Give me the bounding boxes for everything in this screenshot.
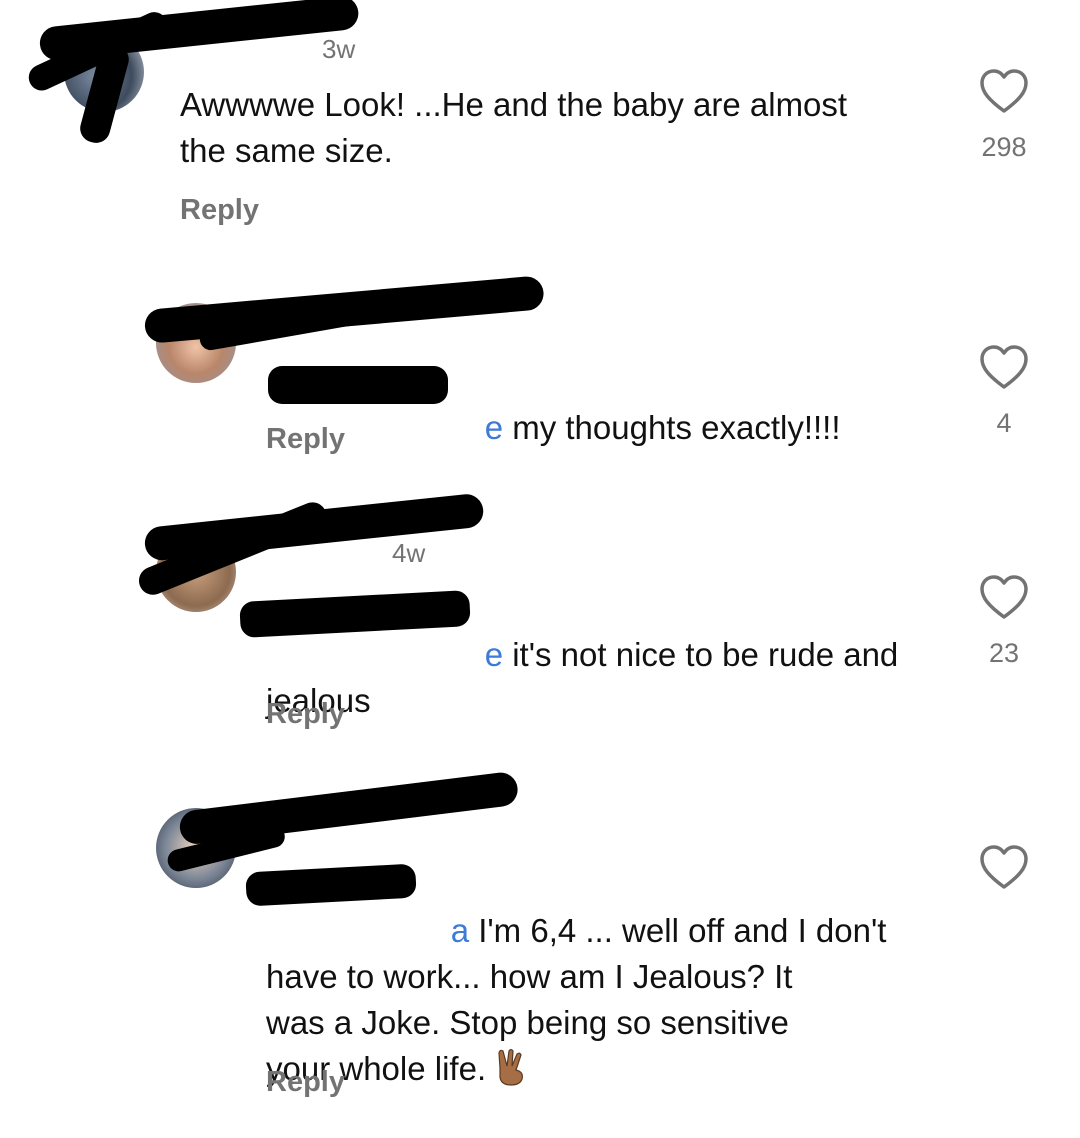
comment-text: a I'm 6,4 ... well off and I don't have t…: [266, 862, 966, 1138]
victory-hand-emoji: [498, 1048, 524, 1086]
like-button[interactable]: 23: [969, 574, 1039, 669]
heart-outline-icon: [980, 345, 1028, 389]
mention-tail[interactable]: e: [485, 409, 503, 446]
comment-body: my thoughts exactly!!!!: [503, 409, 841, 446]
comment-line-1: I'm 6,4 ... well off and I don't: [469, 912, 887, 949]
comment-line-3: was a Joke. Stop being so sensitive: [266, 1004, 789, 1041]
mention-tail[interactable]: a: [451, 912, 469, 949]
comment-text: Awwwwe Look! ...He and the baby are almo…: [180, 86, 857, 169]
reply-button[interactable]: Reply: [266, 423, 345, 456]
reply-button[interactable]: Reply: [266, 1066, 345, 1099]
like-count: 4: [996, 408, 1012, 438]
like-button[interactable]: [969, 844, 1039, 908]
mention-tail[interactable]: e: [485, 636, 503, 673]
like-button[interactable]: 298: [969, 68, 1039, 163]
redacted-username: [177, 770, 520, 846]
comment-line-1: it's not nice to be rude and: [503, 636, 899, 673]
heart-outline-icon: [980, 69, 1028, 113]
like-count: 298: [981, 132, 1027, 162]
like-button[interactable]: 4: [969, 344, 1039, 439]
comment-line-2: have to work... how am I Jealous? It: [266, 958, 793, 995]
like-count: 23: [988, 638, 1020, 668]
reply-button[interactable]: Reply: [266, 698, 345, 731]
redacted-mention: [268, 366, 448, 404]
comment-text: e my thoughts exactly!!!!: [448, 359, 898, 497]
heart-outline-icon: [980, 845, 1028, 889]
comment-timestamp: 3w: [322, 34, 356, 64]
heart-outline-icon: [980, 575, 1028, 619]
comment-text: e it's not nice to be rude and jealous: [266, 586, 966, 770]
comment-timestamp: 4w: [392, 538, 426, 568]
reply-button[interactable]: Reply: [180, 194, 259, 227]
